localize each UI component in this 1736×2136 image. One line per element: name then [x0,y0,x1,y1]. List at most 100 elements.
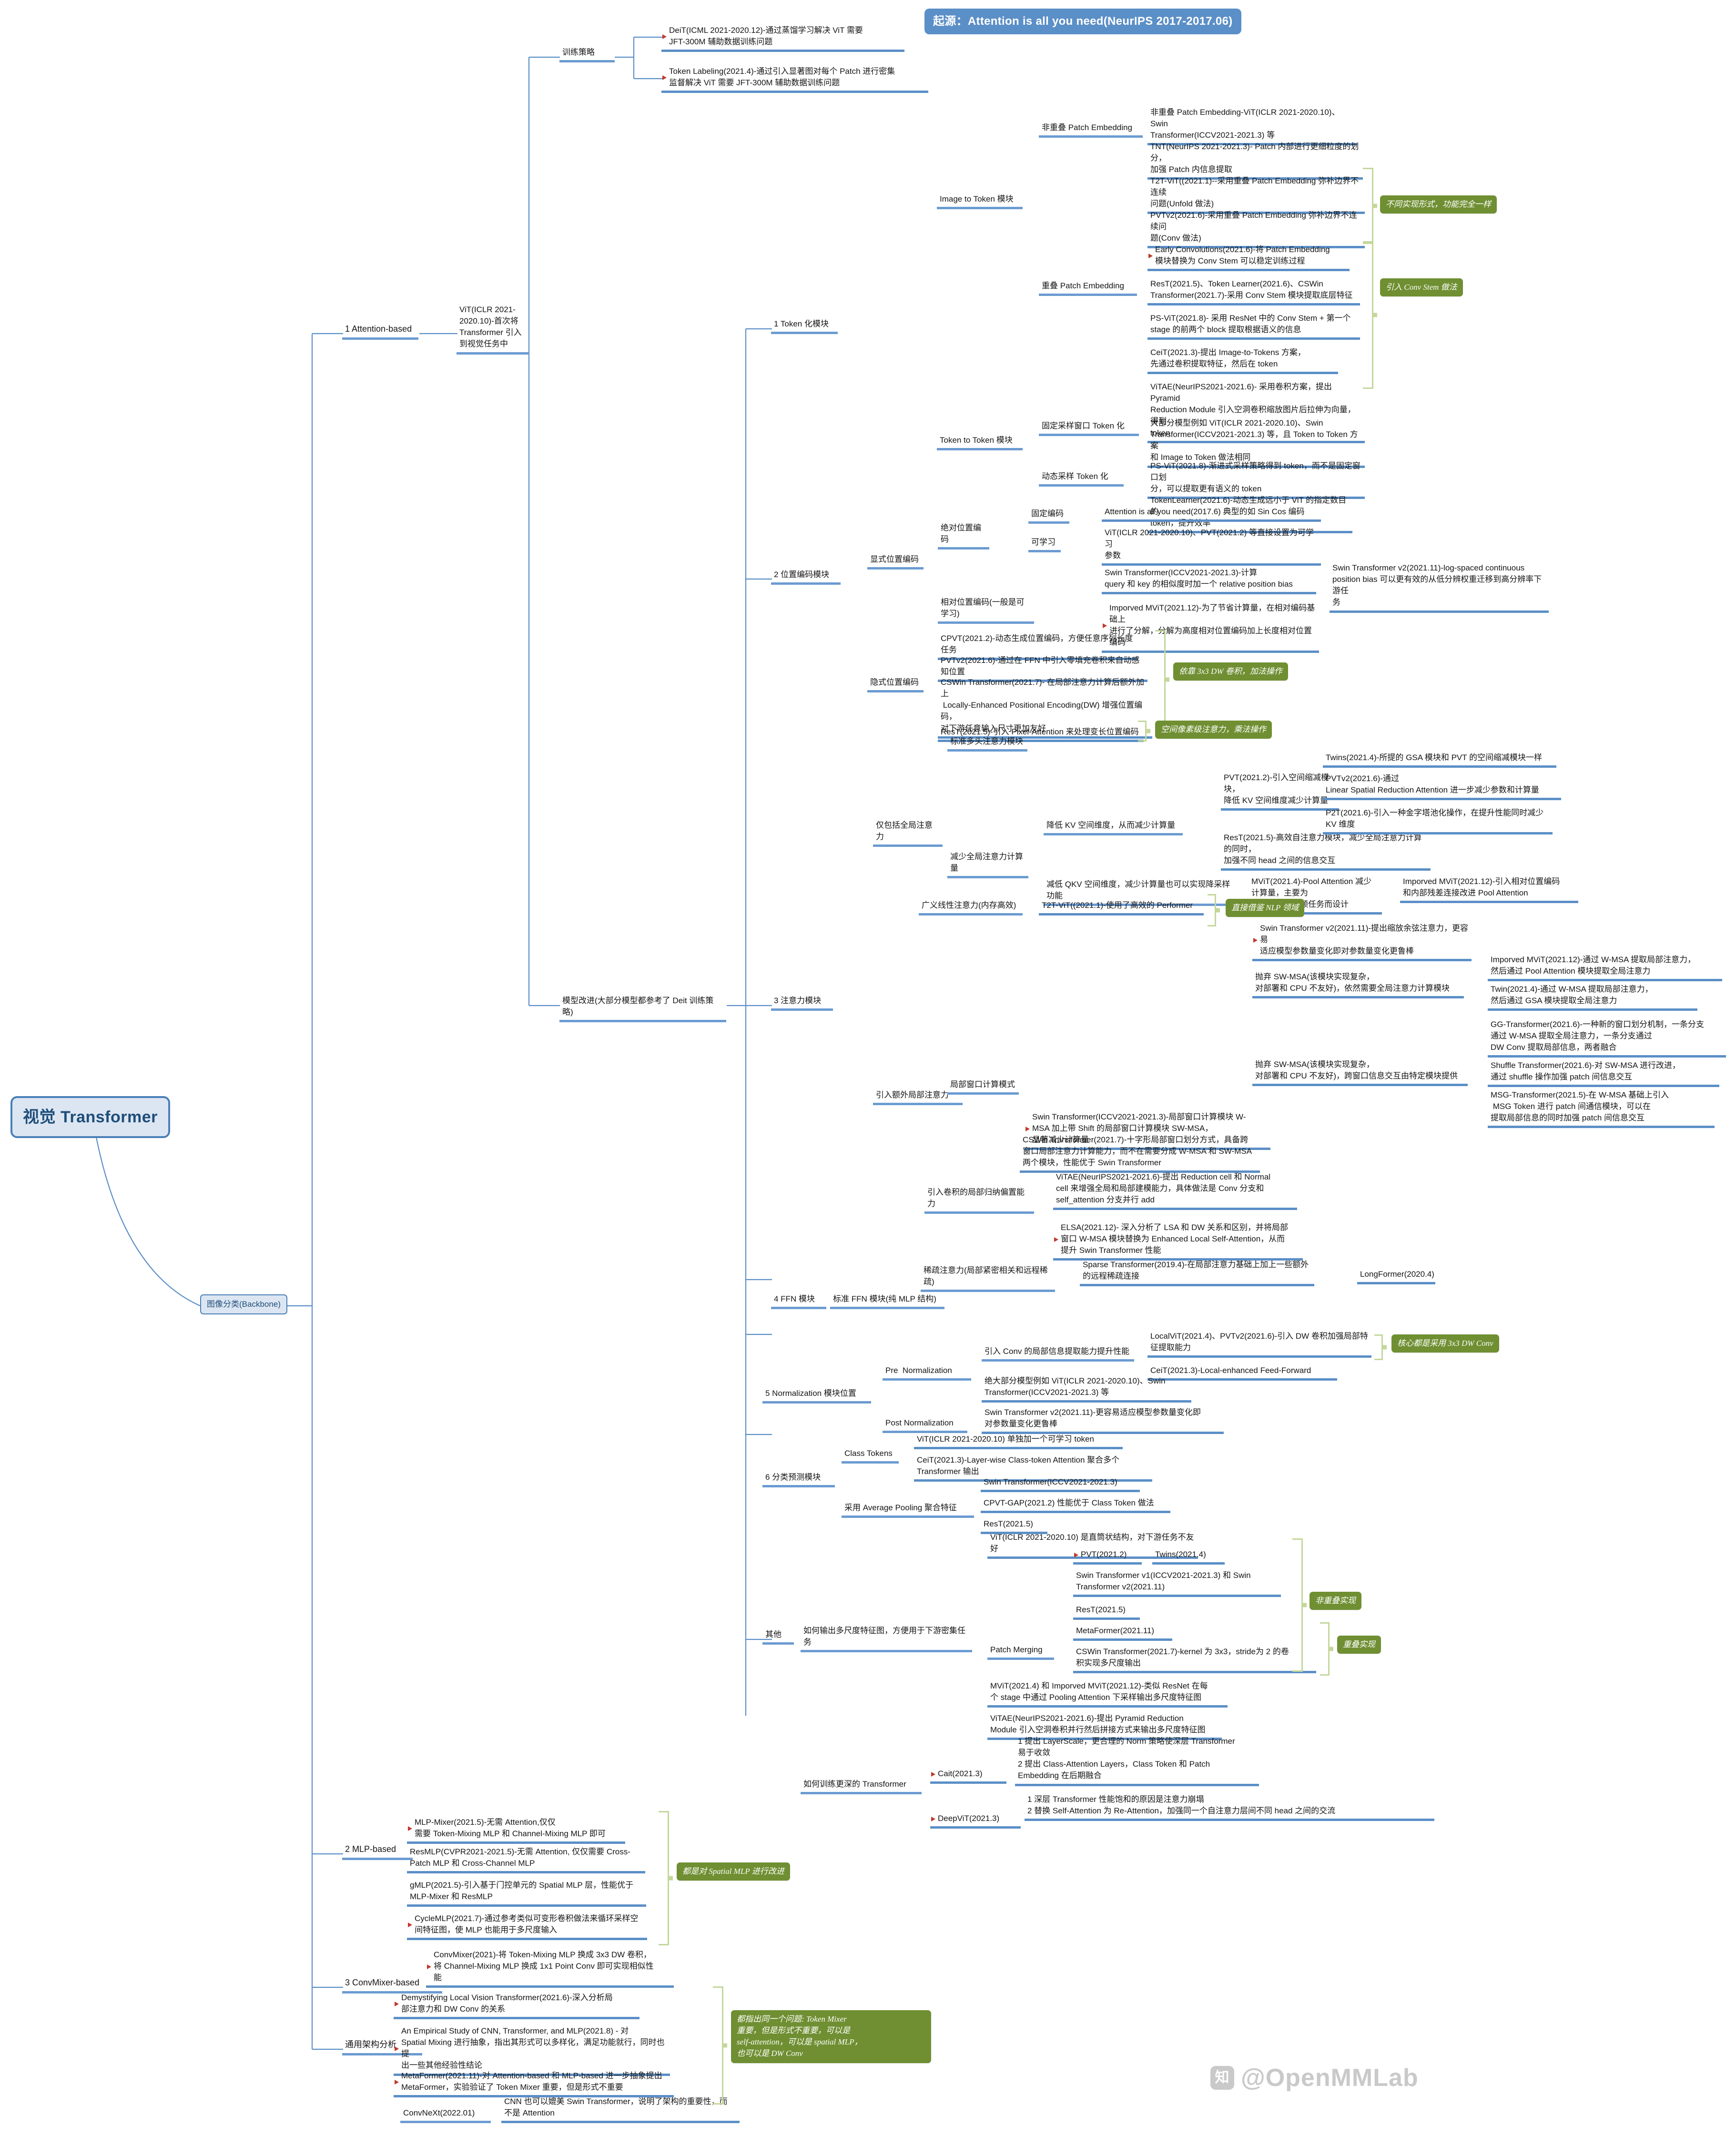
leaf-rest-tokenlearner-cswin[interactable]: ResT(2021.5)、Token Learner(2021.6)、CSWin… [1147,277,1360,306]
module2-node[interactable]: 2 位置编码模块 [771,568,841,585]
leaf-vitae-reduction-normal-cell[interactable]: ViTAE(NeurIPS2021-2021.6)-提出 Reduction c… [1053,1170,1297,1210]
leaf-mlp-mixer[interactable]: MLP-Mixer(2021.5)-无需 Attention,仅仅 需要 Tok… [407,1816,625,1844]
training-strategy-node[interactable]: 训练策略 [559,46,615,63]
leaf-mvit-multiscale[interactable]: MViT(2021.4) 和 Imporved MViT(2021.12)-类似… [987,1679,1228,1708]
module5-node[interactable]: 5 Normalization 模块位置 [762,1387,871,1404]
module6-node[interactable]: 6 分类预测模块 [762,1471,835,1488]
leaf-deepvit[interactable]: DeepViT(2021.3) [930,1812,1021,1829]
leaf-cait-detail[interactable]: 1 提出 LayerScale，更合理的 Norm 策略使深层 Transfor… [1015,1735,1259,1786]
leaf-learnable-encoding[interactable]: ViT(ICLR 2021-2020.10)、PVT(2021.2) 等直接设置… [1102,526,1321,566]
leaf-rest-merging[interactable]: ResT(2021.5) [1073,1603,1140,1620]
convnext-node[interactable]: ConvNeXt(2022.01) [400,2106,491,2124]
leaf-demystifying-local-vit[interactable]: Demystifying Local Vision Transformer(20… [394,1991,640,2020]
module3-node[interactable]: 3 注意力模块 [771,994,833,1011]
reduce-kv-node[interactable]: 降低 KV 空间维度，从而减少计算量 [1044,819,1183,836]
leaf-deepvit-detail[interactable]: 1 深层 Transformer 性能饱和的原因是注意力崩塌 2 替换 Self… [1025,1793,1434,1821]
implicit-pos-enc-node[interactable]: 隐式位置编码 [867,676,924,693]
patch-merging-node[interactable]: Patch Merging [987,1643,1054,1660]
leaf-drop-swmsa-global[interactable]: 抛弃 SW-MSA(该模块实现复杂， 对部署和 CPU 不友好)，依然需要全局注… [1252,970,1464,999]
conv-inductive-bias-node[interactable]: 引入卷积的局部归纳偏置能力 [924,1186,1034,1214]
leaf-pvt-merging[interactable]: PVT(2021.2) [1073,1548,1142,1565]
leaf-rest-efficient-attention[interactable]: ResT(2021.5)-高效自注意力模块，减少全局注意力计算的同时， 加强不同… [1221,831,1431,871]
reduce-global-attention-node[interactable]: 减少全局注意力计算量 [947,850,1028,879]
relative-pos-enc-node[interactable]: 相对位置编码(一般是可学习) [938,596,1034,624]
multiscale-output-node[interactable]: 如何输出多尺度特征图，方便用于下游密集任务 [801,1624,972,1653]
leaf-ps-vit-convstem[interactable]: PS-ViT(2021.8)- 采用 ResNet 中的 Conv Stem +… [1147,312,1360,340]
training-item-token-labeling[interactable]: Token Labeling(2021.4)-通过引入显著图对每个 Patch … [661,65,928,93]
leaf-gg-transformer[interactable]: GG-Transformer(2021.6)-一种新的窗口划分机制，一条分支 通… [1488,1018,1726,1058]
leaf-swin-v2-logspaced[interactable]: Swin Transformer v2(2021.11)-log-spaced … [1330,561,1549,613]
post-normalization-node[interactable]: Post Normalization [883,1416,967,1434]
leaf-metaformer-merging[interactable]: MetaFormer(2021.11) [1073,1624,1172,1641]
leaf-shuffle-transformer[interactable]: Shuffle Transformer(2021.6)-对 SW-MSA 进行改… [1488,1059,1719,1088]
leaf-twin-wmsa-gsa[interactable]: Twin(2021.4)-通过 W-MSA 提取局部注意力， 然后通过 GSA … [1488,983,1697,1011]
token-to-token-node[interactable]: Token to Token 模块 [937,434,1023,451]
leaf-cswin-merging[interactable]: CSWin Transformer(2021.7)-kernel 为 3x3，s… [1073,1645,1316,1674]
module1-node[interactable]: 1 Token 化模块 [771,317,838,335]
leaf-cswin-cross-shaped[interactable]: CSWin Transformer(2021.7)-十字形局部窗口划分方式，具备… [1020,1133,1260,1173]
others-node[interactable]: 其他 [762,1628,794,1645]
deeper-transformer-node[interactable]: 如何训练更深的 Transformer [801,1778,922,1795]
fixed-window-token-node[interactable]: 固定采样窗口 Token 化 [1039,419,1139,437]
leaf-pvtv2-patch[interactable]: PVTv2(2021.6)-采用重叠 Patch Embedding 弥补边界不… [1147,209,1365,249]
leaf-t2t-vit[interactable]: T2T-ViT((2021.1)--采用重叠 Patch Embedding 弥… [1147,174,1365,214]
leaf-cpvt-gap[interactable]: CPVT-GAP(2021.2) 性能优于 Class Token 做法 [981,1496,1170,1514]
conv-local-info-node[interactable]: 引入 Conv 的局部信息提取能力提升性能 [982,1345,1134,1362]
leaf-swin-avgpool[interactable]: Swin Transformer(ICCV2021-2021.3) [981,1475,1140,1493]
leaf-twins-gsa[interactable]: Twins(2021.4)-所提的 GSA 模块和 PVT 的空间缩减模块一样 [1323,751,1556,768]
module4-node[interactable]: 4 FFN 模块 [771,1292,826,1310]
leaf-twins-merging[interactable]: Twins(2021.4) [1152,1548,1225,1565]
leaf-sincos-encoding[interactable]: Attention is all you need(2017.6) 典型的如 S… [1102,505,1321,522]
image-to-token-node[interactable]: Image to Token 模块 [937,193,1023,210]
root-node[interactable]: 视觉 Transformer [10,1096,170,1139]
leaf-pvtv2-linear-sra[interactable]: PVTv2(2021.6)-通过 Linear Spatial Reductio… [1323,772,1561,801]
leaf-improved-mvit-wmsa[interactable]: Imporved MViT(2021.12)-通过 W-MSA 提取局部注意力，… [1488,953,1722,982]
leaf-post-norm-swinv2[interactable]: Swin Transformer v2(2021.11)-更容易适应模型参数量变… [982,1406,1224,1434]
leaf-swin-relative-bias[interactable]: Swin Transformer(ICCV2021-2021.3)-计算 que… [1102,566,1316,595]
overlap-patch-embedding-node[interactable]: 重叠 Patch Embedding [1039,279,1137,296]
linear-attention-node[interactable]: 广义线性注意力(内存高效) [919,899,1023,916]
backbone-pill[interactable]: 图像分类(Backbone) [200,1294,287,1315]
pre-normalization-node[interactable]: Pre Normalization [883,1364,971,1381]
leaf-pre-norm-models[interactable]: 绝大部分模型例如 ViT(ICLR 2021-2020.10)、Swin Tra… [982,1374,1191,1403]
model-improve-node[interactable]: 模型改进(大部分模型都参考了 Deit 训练策略) [559,994,726,1023]
leaf-convnext-detail[interactable]: CNN 也可以媲美 Swin Transformer，说明了架构的重要性，而 不… [501,2095,740,2124]
sparse-attention-node[interactable]: 稀疏注意力(局部紧密相关和远程稀疏) [921,1264,1055,1292]
non-overlap-patch-embedding-node[interactable]: 非重叠 Patch Embedding [1039,121,1143,138]
leaf-localvit-pvtv2-dwconv[interactable]: LocalViT(2021.4)、PVTv2(2021.6)-引入 DW 卷积加… [1147,1330,1371,1358]
leaf-empirical-study[interactable]: An Empirical Study of CNN, Transformer, … [394,2024,670,2076]
leaf-ps-vit-progressive[interactable]: PS-ViT(2021.8)-渐进式采样策略得到 token，而不是固定窗口划 … [1147,459,1365,499]
explicit-pos-enc-node[interactable]: 显式位置编码 [867,553,924,570]
training-item-deit[interactable]: DeiT(ICML 2021-2020.12)-通过蒸馏学习解决 ViT 需要 … [661,24,904,52]
leaf-p2t-pyramid-pooling[interactable]: P2T(2021.6)-引入一种金字塔池化操作，在提升性能同时减少 KV 维度 [1323,806,1553,835]
leaf-msg-transformer[interactable]: MSG-Transformer(2021.5)-在 W-MSA 基础上引入 MS… [1488,1088,1715,1129]
leaf-t2t-vit-performer[interactable]: T2T-ViT((2021.1)-使用了高效的 Performer [1039,899,1204,916]
leaf-pvt-spatial-reduction[interactable]: PVT(2021.2)-引入空间缩减模块， 降低 KV 空间维度减少计算量 [1221,771,1339,811]
standard-ffn-node[interactable]: 标准 FFN 模块(纯 MLP 结构) [830,1292,944,1310]
leaf-longformer[interactable]: LongFormer(2020.4) [1357,1268,1435,1285]
leaf-gmlp[interactable]: gMLP(2021.5)-引入基于门控单元的 Spatial MLP 层，性能优… [407,1879,646,1907]
local-window-mode-node[interactable]: 局部窗口计算模式 [947,1078,1019,1095]
branch-attention-based[interactable]: 1 Attention-based [342,322,418,340]
leaf-early-convolutions[interactable]: Early Convolutions(2021.6)-将 Patch Embed… [1147,243,1350,272]
standard-mhsa-node[interactable]: 标准多头注意力模块 [947,735,1027,752]
class-tokens-node[interactable]: Class Tokens [842,1447,899,1464]
leaf-sparse-transformer[interactable]: Sparse Transformer(2019.4)-在局部注意力基础上加上一些… [1080,1258,1314,1287]
average-pooling-node[interactable]: 采用 Average Pooling 聚合特征 [842,1501,974,1518]
leaf-resmlp[interactable]: ResMLP(CVPR2021-2021.5)-无需 Attention, 仅仅… [407,1845,645,1874]
leaf-cait[interactable]: Cait(2021.3) [930,1767,1006,1784]
learnable-encoding-node[interactable]: 可学习 [1028,536,1061,553]
leaf-elsa[interactable]: ELSA(2021.12)- 深入分析了 LSA 和 DW 关系和区别，并将局部… [1053,1221,1303,1261]
leaf-convmixer[interactable]: ConvMixer(2021)-将 Token-Mixing MLP 换成 3x… [426,1948,674,1988]
leaf-tnt[interactable]: TNT(NeurIPS 2021-2021.3)- Patch 内部进行更细粒度… [1147,140,1363,180]
global-attention-only-node[interactable]: 仅包括全局注意力 [873,819,943,847]
leaf-nonoverlap-vit[interactable]: 非重叠 Patch Embedding-ViT(ICLR 2021-2020.1… [1147,106,1357,146]
leaf-ceit-image-to-tokens[interactable]: CeiT(2021.3)-提出 Image-to-Tokens 方案， 先通过卷… [1147,346,1338,375]
fixed-encoding-node[interactable]: 固定编码 [1028,507,1069,524]
leaf-swin-v1-v2-merging[interactable]: Swin Transformer v1(ICCV2021-2021.3) 和 S… [1073,1569,1281,1597]
absolute-pos-enc-node[interactable]: 绝对位置编码 [938,521,989,550]
leaf-improved-mvit-pool[interactable]: Imporved MViT(2021.12)-引入相对位置编码 和内部残差连接改… [1400,875,1578,904]
leaf-swin-v2-cosine-attn[interactable]: Swin Transformer v2(2021.11)-提出缩放余弦注意力，更… [1252,922,1472,962]
leaf-cyclemlp[interactable]: CycleMLP(2021.7)-通过参考类似可变形卷积做法来循环采样空 间特征… [407,1912,647,1941]
branch-mlp-based[interactable]: 2 MLP-based [342,1842,413,1860]
